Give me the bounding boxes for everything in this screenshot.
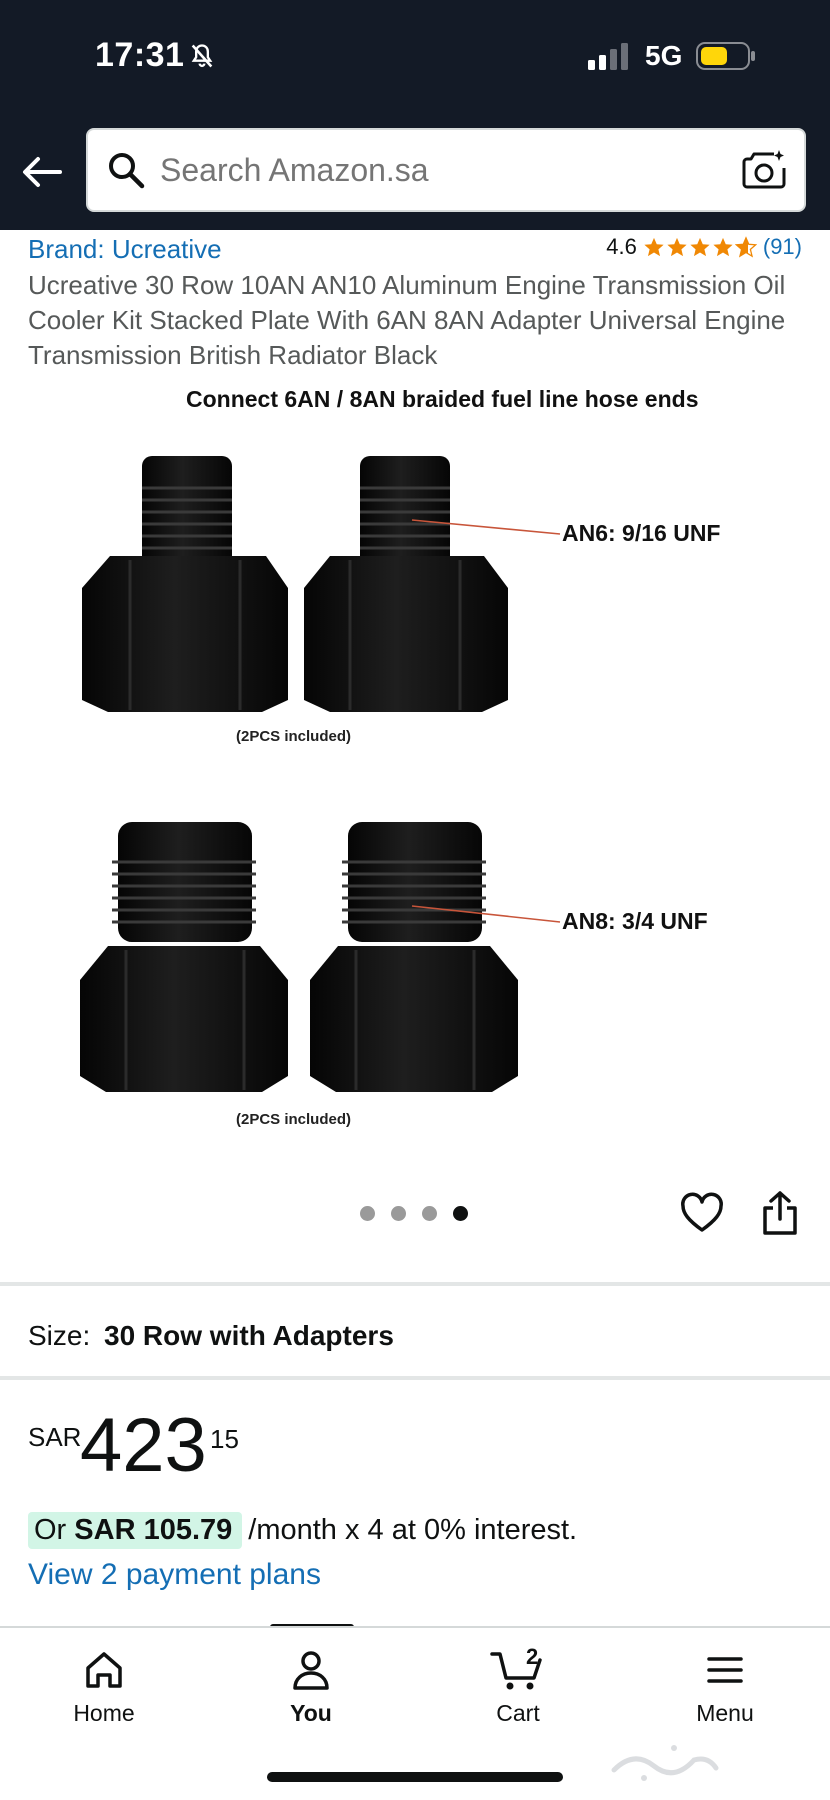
carousel-dot[interactable] <box>360 1206 375 1221</box>
section-divider <box>0 1282 830 1286</box>
image-caption-bottom: (2PCS included) <box>236 1111 352 1128</box>
installment-terms: /month x 4 at 0% interest. <box>248 1514 578 1546</box>
tab-cart[interactable]: 2 Cart <box>428 1644 608 1727</box>
image-label-an6: AN6: 9/16 UNF <box>562 520 721 546</box>
tab-you-label: You <box>290 1700 332 1726</box>
fitting-an6-left <box>82 456 288 712</box>
home-indicator <box>267 1772 563 1782</box>
search-input[interactable] <box>160 152 680 189</box>
fitting-an8-left <box>80 822 288 1092</box>
camera-search-icon[interactable] <box>740 146 788 194</box>
star-icon <box>690 237 710 257</box>
back-arrow-icon[interactable] <box>20 150 64 194</box>
price-whole: 423 <box>80 1403 207 1488</box>
rating-count[interactable]: (91) <box>763 234 802 260</box>
size-value[interactable]: 30 Row with Adapters <box>104 1320 394 1352</box>
half-star-icon <box>734 236 757 258</box>
network-type: 5G <box>645 40 683 71</box>
price-fraction: 15 <box>210 1424 239 1454</box>
payment-plans-link[interactable]: View 2 payment plans <box>28 1558 321 1592</box>
rating-value: 4.6 <box>606 234 637 259</box>
menu-icon <box>707 1657 743 1683</box>
fitting-an8-right <box>310 822 518 1092</box>
status-time: 17:31 <box>95 36 185 74</box>
star-icon <box>667 237 687 257</box>
rating-summary[interactable]: 4.6 (91) <box>606 234 802 260</box>
star-icon <box>713 237 733 257</box>
carousel-dots[interactable] <box>360 1206 468 1221</box>
silent-bell-icon <box>191 44 213 68</box>
rating-stars <box>643 236 757 258</box>
carousel-dot[interactable] <box>422 1206 437 1221</box>
signal-icon <box>588 43 628 70</box>
size-label: Size: <box>28 1320 91 1351</box>
tab-home[interactable]: Home <box>14 1648 194 1727</box>
tab-cart-label: Cart <box>496 1700 540 1726</box>
tab-menu[interactable]: Menu <box>635 1648 815 1727</box>
carousel-dot[interactable] <box>391 1206 406 1221</box>
battery-icon <box>696 42 755 70</box>
installment-badge: Or SAR 105.79 <box>28 1512 243 1549</box>
tab-menu-label: Menu <box>696 1700 754 1726</box>
installment-offer: Or SAR 105.79 /month x 4 at 0% interest. <box>28 1512 577 1549</box>
image-caption-top: (2PCS included) <box>236 728 352 745</box>
image-heading: Connect 6AN / 8AN braided fuel line hose… <box>186 386 699 412</box>
fitting-an6-right <box>304 456 508 712</box>
brand-link[interactable]: Brand: Ucreative <box>28 234 222 265</box>
product-image[interactable] <box>0 380 830 1130</box>
price-currency: SAR <box>28 1422 82 1452</box>
image-label-an8: AN8: 3/4 UNF <box>562 908 708 934</box>
search-bar[interactable] <box>86 128 806 212</box>
installment-prefix: Or <box>34 1514 75 1546</box>
tab-you[interactable]: You <box>221 1648 401 1727</box>
star-icon <box>644 237 664 257</box>
section-divider <box>0 1376 830 1380</box>
home-icon <box>86 1652 122 1688</box>
app-header: 17:31 5G <box>0 0 830 230</box>
watermark-logo <box>611 1745 719 1781</box>
person-icon <box>293 1651 329 1690</box>
carousel-dot-active[interactable] <box>453 1206 468 1221</box>
cart-count-badge: 2 <box>526 1644 539 1669</box>
cart-icon <box>490 1652 542 1690</box>
installment-amount: SAR 105.79 <box>74 1514 233 1546</box>
search-icon <box>109 153 145 189</box>
share-icon[interactable] <box>760 1190 800 1236</box>
product-title: Ucreative 30 Row 10AN AN10 Aluminum Engi… <box>28 270 786 370</box>
tab-home-label: Home <box>73 1700 135 1726</box>
heart-icon[interactable] <box>680 1192 724 1236</box>
